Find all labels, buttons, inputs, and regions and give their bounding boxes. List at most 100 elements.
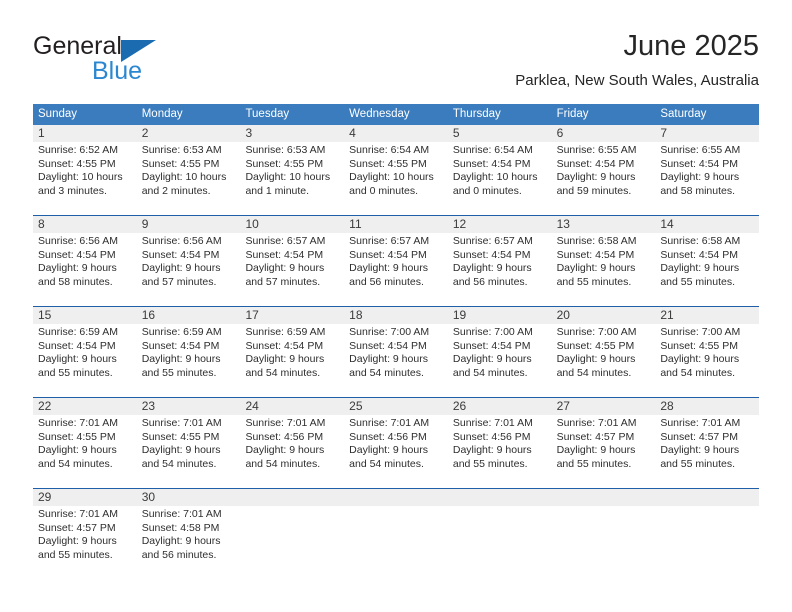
- calendar-day-cell[interactable]: 19 Sunrise: 7:00 AM Sunset: 4:54 PM Dayligh…: [448, 307, 552, 397]
- day-detail-line: Sunrise: 6:54 AM: [349, 144, 430, 156]
- day-detail-line: Daylight: 9 hours: [245, 262, 325, 275]
- day-detail-line: Daylight: 10 hours: [141, 171, 227, 184]
- calendar-day-cell[interactable]: 30 Sunrise: 7:01 AM Sunset: 4:58 PM Dayligh…: [137, 489, 241, 579]
- calendar-day-cell[interactable]: 23 Sunrise: 7:01 AM Sunset: 4:55 PM Dayligh…: [137, 398, 241, 488]
- calendar-day-cell[interactable]: 6 Sunrise: 6:55 AM Sunset: 4:54 PM Daylight…: [552, 125, 656, 215]
- day-detail-line: and 3 minutes.: [38, 184, 107, 197]
- day-details: Sunrise: 7:01 AM Sunset: 4:55 PM Daylight:…: [142, 417, 241, 471]
- day-detail-line: Daylight: 9 hours: [660, 171, 740, 184]
- calendar-day-cell[interactable]: 12 Sunrise: 6:57 AM Sunset: 4:54 PM Dayligh…: [448, 216, 552, 306]
- calendar-day-cell[interactable]: 24 Sunrise: 7:01 AM Sunset: 4:56 PM Dayligh…: [240, 398, 344, 488]
- day-details: Sunrise: 7:01 AM Sunset: 4:56 PM Daylight:…: [245, 417, 344, 471]
- calendar-day-cell[interactable]: 16 Sunrise: 6:59 AM Sunset: 4:54 PM Dayligh…: [137, 307, 241, 397]
- day-detail-line: Sunset: 4:57 PM: [38, 521, 116, 534]
- day-detail-line: Daylight: 9 hours: [349, 262, 428, 275]
- day-detail-line: Daylight: 9 hours: [556, 171, 636, 184]
- day-detail-line: Sunrise: 7:00 AM: [349, 326, 430, 338]
- day-number: 16: [141, 308, 156, 322]
- day-detail-line: Sunrise: 6:57 AM: [452, 235, 533, 247]
- day-details: Sunrise: 6:55 AM Sunset: 4:54 PM Daylight:…: [557, 144, 656, 198]
- day-detail-line: Daylight: 9 hours: [38, 535, 117, 548]
- calendar-day-cell[interactable]: 10 Sunrise: 6:57 AM Sunset: 4:54 PM Dayligh…: [240, 216, 344, 306]
- day-detail-line: Daylight: 10 hours: [349, 171, 434, 184]
- calendar-week-cells: 22 Sunrise: 7:01 AM Sunset: 4:55 PM Dayligh…: [33, 398, 759, 488]
- calendar-day-cell[interactable]: 4 Sunrise: 6:54 AM Sunset: 4:55 PM Daylight…: [344, 125, 448, 215]
- calendar-day-cell[interactable]: 2 Sunrise: 6:53 AM Sunset: 4:55 PM Daylight…: [137, 125, 241, 215]
- day-details: Sunrise: 6:57 AM Sunset: 4:54 PM Daylight:…: [453, 235, 552, 289]
- calendar-day-cell-empty: [552, 489, 656, 579]
- calendar-week-row: 1 Sunrise: 6:52 AM Sunset: 4:55 PM Daylight…: [33, 125, 759, 215]
- day-number: 28: [660, 399, 674, 413]
- calendar-day-cell[interactable]: 17 Sunrise: 6:59 AM Sunset: 4:54 PM Dayligh…: [240, 307, 344, 397]
- calendar-day-cell[interactable]: 21 Sunrise: 7:00 AM Sunset: 4:55 PM Dayligh…: [655, 307, 759, 397]
- day-details: Sunrise: 6:59 AM Sunset: 4:54 PM Daylight:…: [245, 326, 344, 380]
- calendar-day-cell[interactable]: 11 Sunrise: 6:57 AM Sunset: 4:54 PM Dayligh…: [344, 216, 448, 306]
- calendar-day-cell[interactable]: 13 Sunrise: 6:58 AM Sunset: 4:54 PM Dayligh…: [552, 216, 656, 306]
- calendar-day-cell-empty: [344, 489, 448, 579]
- calendar-week-row: 29 Sunrise: 7:01 AM Sunset: 4:57 PM Dayligh…: [33, 488, 759, 579]
- calendar-day-cell[interactable]: 3 Sunrise: 6:53 AM Sunset: 4:55 PM Daylight…: [240, 125, 344, 215]
- day-detail-line: Sunrise: 6:55 AM: [556, 144, 637, 156]
- day-detail-line: and 55 minutes.: [452, 457, 528, 470]
- day-detail-line: Daylight: 9 hours: [141, 444, 221, 457]
- day-detail-line: Daylight: 9 hours: [141, 262, 221, 275]
- day-number: 12: [452, 217, 467, 231]
- day-detail-line: and 54 minutes.: [349, 366, 424, 379]
- day-detail-line: Sunrise: 6:56 AM: [38, 235, 118, 247]
- calendar-week-cells: 29 Sunrise: 7:01 AM Sunset: 4:57 PM Dayligh…: [33, 489, 759, 579]
- day-detail-line: Sunset: 4:54 PM: [556, 248, 635, 261]
- day-detail-line: Sunrise: 7:00 AM: [660, 326, 741, 338]
- day-detail-line: Sunset: 4:54 PM: [349, 339, 427, 352]
- day-detail-line: and 55 minutes.: [38, 548, 113, 561]
- calendar-day-cell[interactable]: 14 Sunrise: 6:58 AM Sunset: 4:54 PM Dayligh…: [655, 216, 759, 306]
- day-number: 14: [660, 217, 674, 231]
- day-detail-line: and 59 minutes.: [556, 184, 632, 197]
- day-details: Sunrise: 6:59 AM Sunset: 4:54 PM Daylight:…: [142, 326, 241, 380]
- day-detail-line: Sunset: 4:54 PM: [452, 157, 531, 170]
- calendar-day-cell[interactable]: 20 Sunrise: 7:00 AM Sunset: 4:55 PM Dayligh…: [552, 307, 656, 397]
- day-detail-line: Sunset: 4:58 PM: [141, 521, 220, 534]
- calendar-day-cell[interactable]: 29 Sunrise: 7:01 AM Sunset: 4:57 PM Dayligh…: [33, 489, 137, 579]
- day-number: 1: [38, 126, 45, 140]
- calendar-day-cell[interactable]: 18 Sunrise: 7:00 AM Sunset: 4:54 PM Dayligh…: [344, 307, 448, 397]
- day-detail-line: and 57 minutes.: [141, 275, 217, 288]
- calendar-week-cells: 8 Sunrise: 6:56 AM Sunset: 4:54 PM Daylight…: [33, 216, 759, 306]
- calendar-day-cell[interactable]: 15 Sunrise: 6:59 AM Sunset: 4:54 PM Dayligh…: [33, 307, 137, 397]
- day-detail-line: Sunrise: 6:58 AM: [556, 235, 637, 247]
- day-detail-line: Daylight: 9 hours: [349, 444, 428, 457]
- calendar-day-cell[interactable]: 8 Sunrise: 6:56 AM Sunset: 4:54 PM Daylight…: [33, 216, 137, 306]
- title-block: June 2025 Parklea, New South Wales, Aust…: [515, 28, 759, 92]
- day-detail-line: and 55 minutes.: [38, 366, 113, 379]
- day-number: 13: [556, 217, 570, 231]
- calendar-day-cell[interactable]: 27 Sunrise: 7:01 AM Sunset: 4:57 PM Dayligh…: [552, 398, 656, 488]
- day-detail-line: Sunrise: 7:01 AM: [660, 417, 741, 429]
- day-detail-line: Sunset: 4:57 PM: [556, 430, 635, 443]
- calendar-day-cell[interactable]: 7 Sunrise: 6:55 AM Sunset: 4:54 PM Daylight…: [655, 125, 759, 215]
- calendar-day-cell[interactable]: 1 Sunrise: 6:52 AM Sunset: 4:55 PM Daylight…: [33, 125, 137, 215]
- calendar-day-cell[interactable]: 26 Sunrise: 7:01 AM Sunset: 4:56 PM Dayligh…: [448, 398, 552, 488]
- day-detail-line: Daylight: 9 hours: [141, 353, 221, 366]
- calendar-day-cell[interactable]: 25 Sunrise: 7:01 AM Sunset: 4:56 PM Dayligh…: [344, 398, 448, 488]
- day-detail-line: and 54 minutes.: [141, 457, 217, 470]
- calendar-day-cell[interactable]: 5 Sunrise: 6:54 AM Sunset: 4:54 PM Daylight…: [448, 125, 552, 215]
- day-number: 26: [452, 399, 467, 413]
- day-detail-line: Sunrise: 6:59 AM: [38, 326, 118, 338]
- day-detail-line: and 56 minutes.: [141, 548, 217, 561]
- day-detail-line: Daylight: 9 hours: [245, 353, 325, 366]
- day-detail-line: Sunrise: 6:53 AM: [245, 144, 326, 156]
- day-detail-line: Sunset: 4:55 PM: [245, 157, 324, 170]
- calendar-day-cell[interactable]: 28 Sunrise: 7:01 AM Sunset: 4:57 PM Dayligh…: [655, 398, 759, 488]
- day-number: 5: [452, 126, 460, 140]
- day-detail-line: Daylight: 9 hours: [245, 444, 325, 457]
- day-number: 9: [141, 217, 149, 231]
- day-detail-line: Sunrise: 6:58 AM: [660, 235, 741, 247]
- day-detail-line: Daylight: 9 hours: [660, 262, 740, 275]
- day-detail-line: Sunset: 4:55 PM: [141, 430, 220, 443]
- day-of-week-header: Sunday: [38, 108, 78, 120]
- day-details: Sunrise: 7:01 AM Sunset: 4:58 PM Daylight:…: [142, 508, 241, 562]
- day-number: 19: [452, 308, 467, 322]
- day-number: 4: [349, 126, 356, 140]
- calendar-day-cell[interactable]: 9 Sunrise: 6:56 AM Sunset: 4:54 PM Daylight…: [137, 216, 241, 306]
- calendar-day-cell[interactable]: 22 Sunrise: 7:01 AM Sunset: 4:55 PM Dayligh…: [33, 398, 137, 488]
- day-number: 23: [141, 399, 156, 413]
